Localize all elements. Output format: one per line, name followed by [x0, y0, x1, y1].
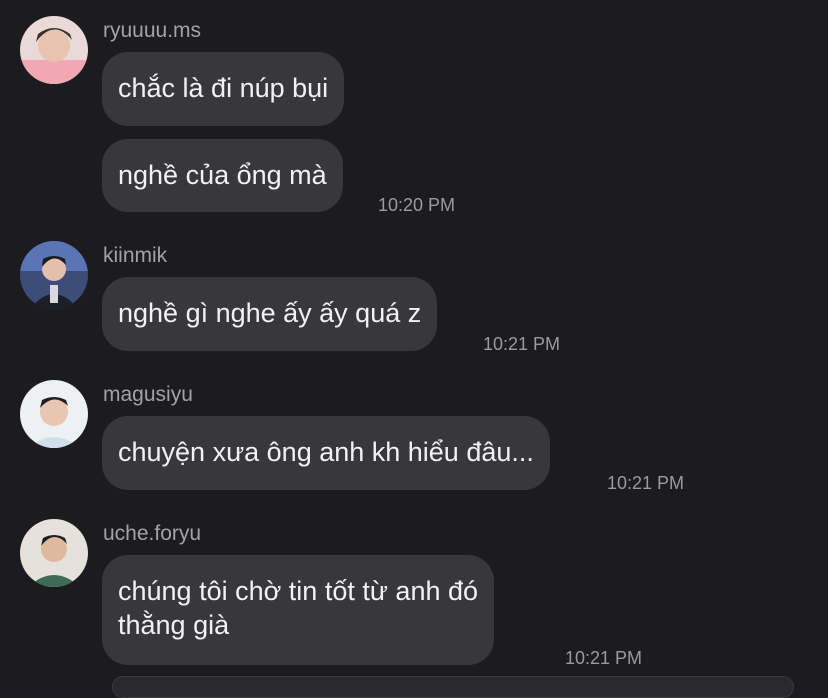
avatar-uche-icon[interactable]: [20, 519, 88, 587]
message-composer[interactable]: [112, 676, 794, 698]
avatar-magusiyu-icon[interactable]: [20, 380, 88, 448]
sender-name[interactable]: kiinmik: [103, 244, 167, 268]
sender-name[interactable]: ryuuuu.ms: [103, 19, 201, 43]
sender-name[interactable]: uche.foryu: [103, 522, 201, 546]
avatar-ryuuuu-icon[interactable]: [20, 16, 88, 84]
message-timestamp: 10:20 PM: [378, 195, 456, 215]
message-bubble[interactable]: chắc là đi núp bụi: [102, 52, 345, 126]
avatar-kiinmik-icon[interactable]: [20, 241, 88, 309]
message-timestamp: 10:21 PM: [565, 648, 643, 668]
message-bubble[interactable]: chúng tôi chờ tin tốt từ anh đó thằng gi…: [102, 555, 495, 665]
message-bubble[interactable]: nghề của ổng mà: [102, 139, 343, 212]
message-timestamp: 10:21 PM: [483, 334, 561, 354]
message-timestamp: 10:21 PM: [607, 473, 685, 493]
message-bubble[interactable]: nghề gì nghe ấy ấy quá z: [102, 277, 438, 351]
sender-name[interactable]: magusiyu: [103, 383, 193, 407]
message-bubble[interactable]: chuyện xưa ông anh kh hiểu đâu...: [102, 416, 550, 490]
